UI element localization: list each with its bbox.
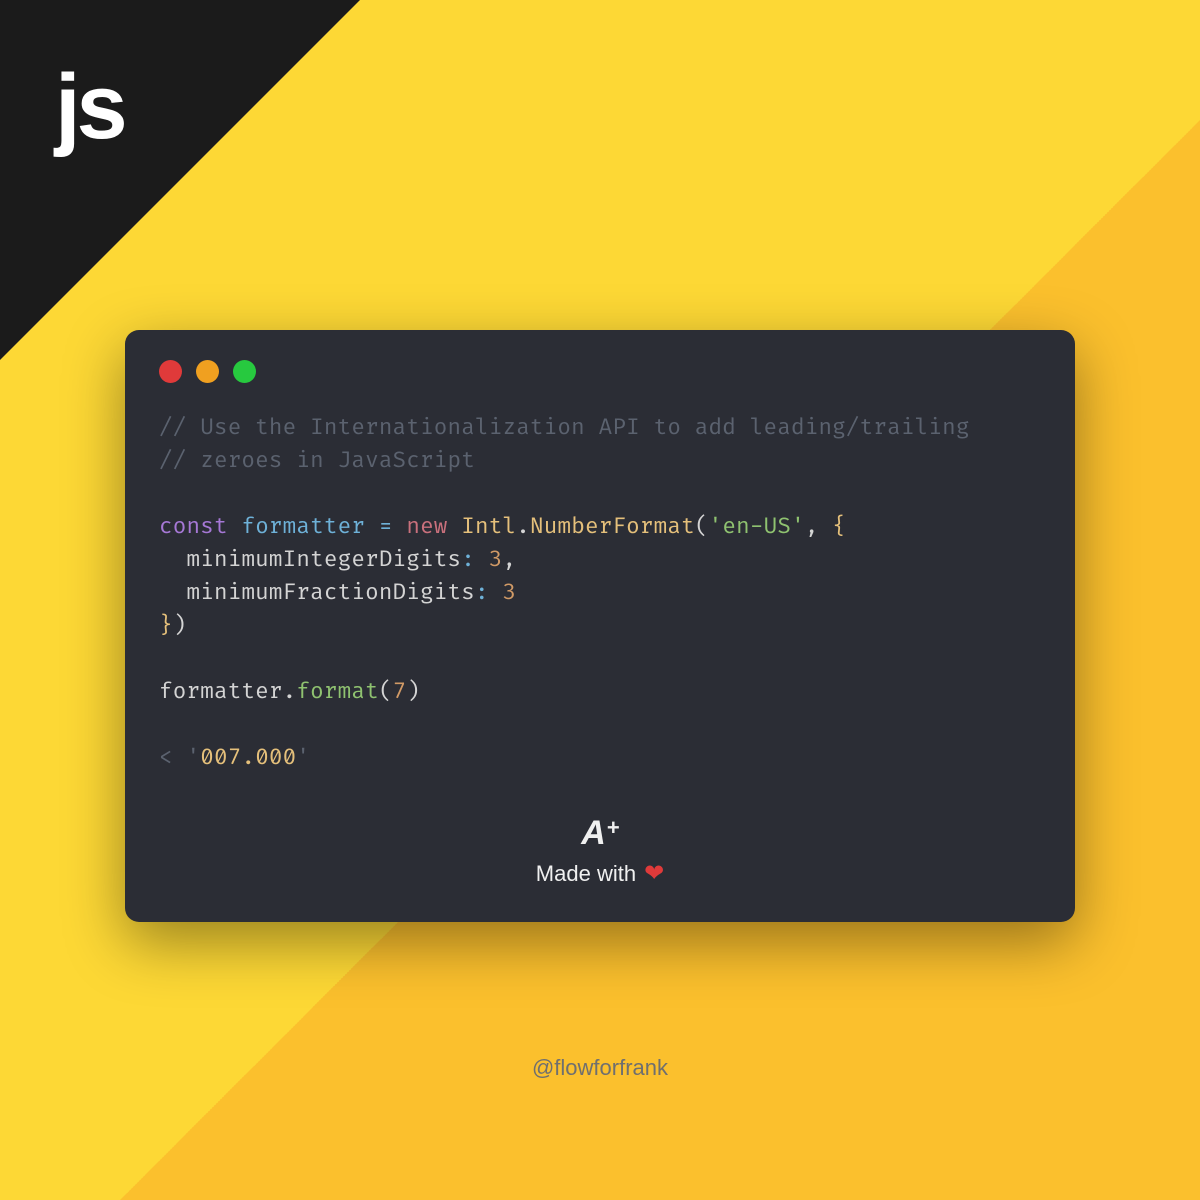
close-icon[interactable]	[159, 360, 182, 383]
brand-footer: A+ Made with ❤	[159, 814, 1041, 888]
code-window: // Use the Internationalization API to a…	[125, 330, 1075, 922]
brand-logo: A+	[159, 814, 1041, 853]
code-operator: =	[365, 513, 406, 540]
code-class: NumberFormat	[530, 513, 695, 540]
code-number: 7	[393, 678, 407, 705]
code-output: 007.000	[200, 744, 296, 771]
code-number: 3	[502, 579, 516, 606]
code-keyword: new	[406, 513, 447, 540]
output-arrow-icon: <	[159, 744, 186, 771]
author-handle: @flowforfrank	[0, 1055, 1200, 1081]
code-property: minimumFractionDigits	[186, 579, 475, 606]
code-block: // Use the Internationalization API to a…	[159, 411, 1041, 774]
code-method: format	[296, 678, 378, 705]
code-comment: // zeroes in JavaScript	[159, 447, 475, 474]
minimize-icon[interactable]	[196, 360, 219, 383]
code-keyword: const	[159, 513, 228, 540]
window-controls	[159, 360, 1041, 383]
code-identifier: formatter	[241, 513, 365, 540]
code-comment: // Use the Internationalization API to a…	[159, 414, 970, 441]
code-number: 3	[489, 546, 503, 573]
code-property: minimumIntegerDigits	[186, 546, 461, 573]
code-identifier: formatter	[159, 678, 283, 705]
heart-icon: ❤	[644, 859, 664, 888]
code-string: 'en-US'	[709, 513, 805, 540]
maximize-icon[interactable]	[233, 360, 256, 383]
corner-decoration	[0, 0, 360, 360]
language-badge: js	[55, 55, 124, 160]
code-class: Intl	[461, 513, 516, 540]
made-with-label: Made with ❤	[159, 859, 1041, 888]
